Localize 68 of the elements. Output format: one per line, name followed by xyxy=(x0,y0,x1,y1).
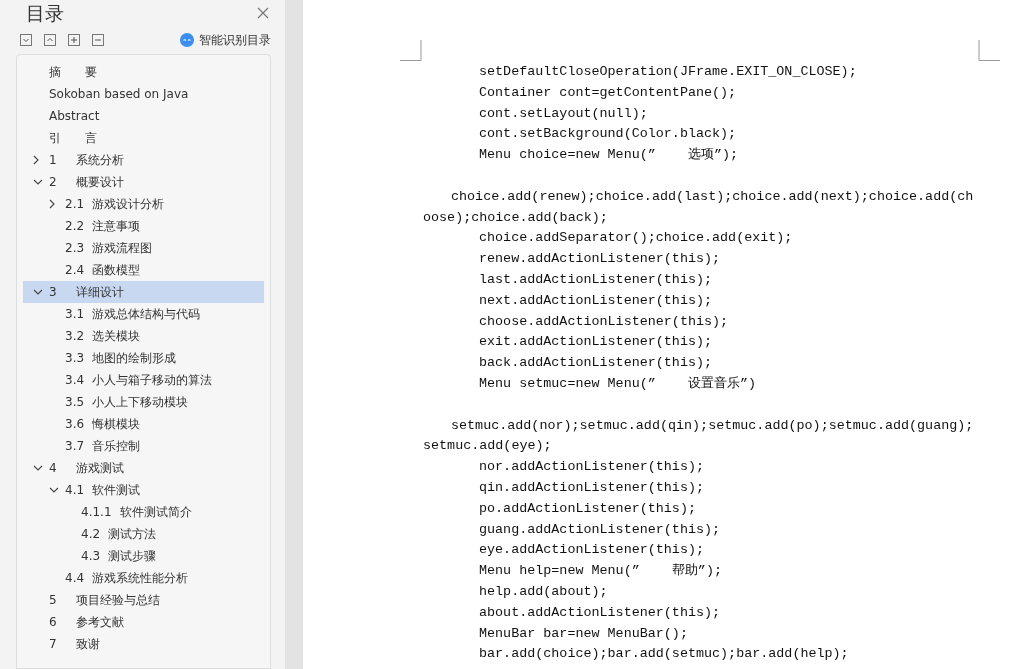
toc-item[interactable]: 2.3 游戏流程图 xyxy=(23,237,264,259)
toc-item[interactable]: 2.4 函数模型 xyxy=(23,259,264,281)
code-line: Menu help=new Menu(” 帮助”); xyxy=(478,562,723,581)
code-line: bar.add(choice);bar.add(setmuc);bar.add(help); xyxy=(478,645,850,664)
minus-icon[interactable] xyxy=(92,34,104,46)
chevron-right-icon[interactable] xyxy=(49,199,56,209)
chevron-down-icon[interactable] xyxy=(33,288,43,296)
toc-item[interactable]: 4 游戏测试 xyxy=(23,457,264,479)
plus-icon[interactable] xyxy=(68,34,80,46)
code-line: next.addActionListener(this); xyxy=(478,291,714,310)
toc-item[interactable]: 7 致谢 xyxy=(23,633,264,655)
toc-item[interactable]: 1 系统分析 xyxy=(23,149,264,171)
code-line: last.addActionListener(this); xyxy=(478,270,714,289)
smart-toc-button[interactable]: 智能识别目录 xyxy=(180,31,271,49)
toc-item[interactable]: 摘 要 xyxy=(23,61,264,83)
code-line: exit.addActionListener(this); xyxy=(478,333,714,352)
chevron-down-icon[interactable] xyxy=(33,464,43,472)
toc-item[interactable]: 3.6 悔棋模块 xyxy=(23,413,264,435)
close-icon[interactable] xyxy=(257,7,269,19)
chevron-right-icon[interactable] xyxy=(33,155,40,165)
toc-item[interactable]: 6 参考文献 xyxy=(23,611,264,633)
toc-item[interactable]: 5 项目经验与总结 xyxy=(23,589,264,611)
toc-item[interactable]: 3 详细设计 xyxy=(23,281,264,303)
toc-item[interactable]: 4.1.1 软件测试简介 xyxy=(23,501,264,523)
code-line: back.addActionListener(this); xyxy=(478,354,714,373)
code-line: eye.addActionListener(this); xyxy=(478,541,705,560)
code-line: cont.setLayout(null); xyxy=(478,104,649,123)
toc-item[interactable]: 3.1 游戏总体结构与代码 xyxy=(23,303,264,325)
chevron-down-icon[interactable] xyxy=(33,178,43,186)
toc-item[interactable]: 4.4 游戏系统性能分析 xyxy=(23,567,264,589)
toc-item[interactable]: 3.5 小人上下移动模块 xyxy=(23,391,264,413)
code-line: choice.add(renew);choice.add(last);choice.add(next);choice.add(choose);choice.add(back); xyxy=(423,187,975,227)
toc-title: 目录 xyxy=(26,1,64,25)
corner-mark-icon xyxy=(400,40,422,61)
code-line: help.add(about); xyxy=(478,582,609,601)
code-line: Menu setmuc=new Menu(” 设置音乐”) xyxy=(478,374,757,393)
code-line: about.addActionListener(this); xyxy=(478,603,722,622)
chevron-down-icon[interactable] xyxy=(49,486,59,494)
toc-item[interactable]: 4.1 软件测试 xyxy=(23,479,264,501)
toc-item[interactable]: 2.2 注意事项 xyxy=(23,215,264,237)
toc-item[interactable]: 3.4 小人与箱子移动的算法 xyxy=(23,369,264,391)
toc-item[interactable]: Sokoban based on Java xyxy=(23,83,264,105)
code-line: setmuc.add(nor);setmuc.add(qin);setmuc.add(po);setmuc.add(guang);setmuc.add(eye); xyxy=(423,416,975,456)
expand-all-icon[interactable] xyxy=(20,34,32,46)
toc-item[interactable]: 引 言 xyxy=(23,127,264,149)
code-line: cont.setBackground(Color.black); xyxy=(478,125,738,144)
code-line: Container cont=getContentPane(); xyxy=(478,83,738,102)
code-line: qin.addActionListener(this); xyxy=(478,478,705,497)
toc-item[interactable]: 2 概要设计 xyxy=(23,171,264,193)
code-line: choose.addActionListener(this); xyxy=(478,312,730,331)
toc-item[interactable]: 2.1 游戏设计分析 xyxy=(23,193,264,215)
code-line: Menu choice=new Menu(” 选项”); xyxy=(478,146,740,165)
toc-item[interactable]: 3.2 选关模块 xyxy=(23,325,264,347)
code-line: renew.addActionListener(this); xyxy=(478,250,722,269)
toc-item[interactable]: 3.7 音乐控制 xyxy=(23,435,264,457)
toc-item[interactable]: 4.3 测试步骤 xyxy=(23,545,264,567)
code-line: guang.addActionListener(this); xyxy=(478,520,722,539)
robot-face-icon xyxy=(180,33,194,47)
collapse-all-icon[interactable] xyxy=(44,34,56,46)
toc-item[interactable]: 3.3 地图的绘制形成 xyxy=(23,347,264,369)
code-line: choice.addSeparator();choice.add(exit); xyxy=(478,229,794,248)
code-line: po.addActionListener(this); xyxy=(478,499,697,518)
code-line: MenuBar bar=new MenuBar(); xyxy=(478,624,689,643)
toc-item[interactable]: Abstract xyxy=(23,105,264,127)
code-line: setDefaultCloseOperation(JFrame.EXIT_ON_CLOSE); xyxy=(478,63,858,81)
toc-item[interactable]: 4.2 测试方法 xyxy=(23,523,264,545)
corner-mark-icon xyxy=(978,40,1000,61)
code-line: nor.addActionListener(this); xyxy=(478,458,705,477)
